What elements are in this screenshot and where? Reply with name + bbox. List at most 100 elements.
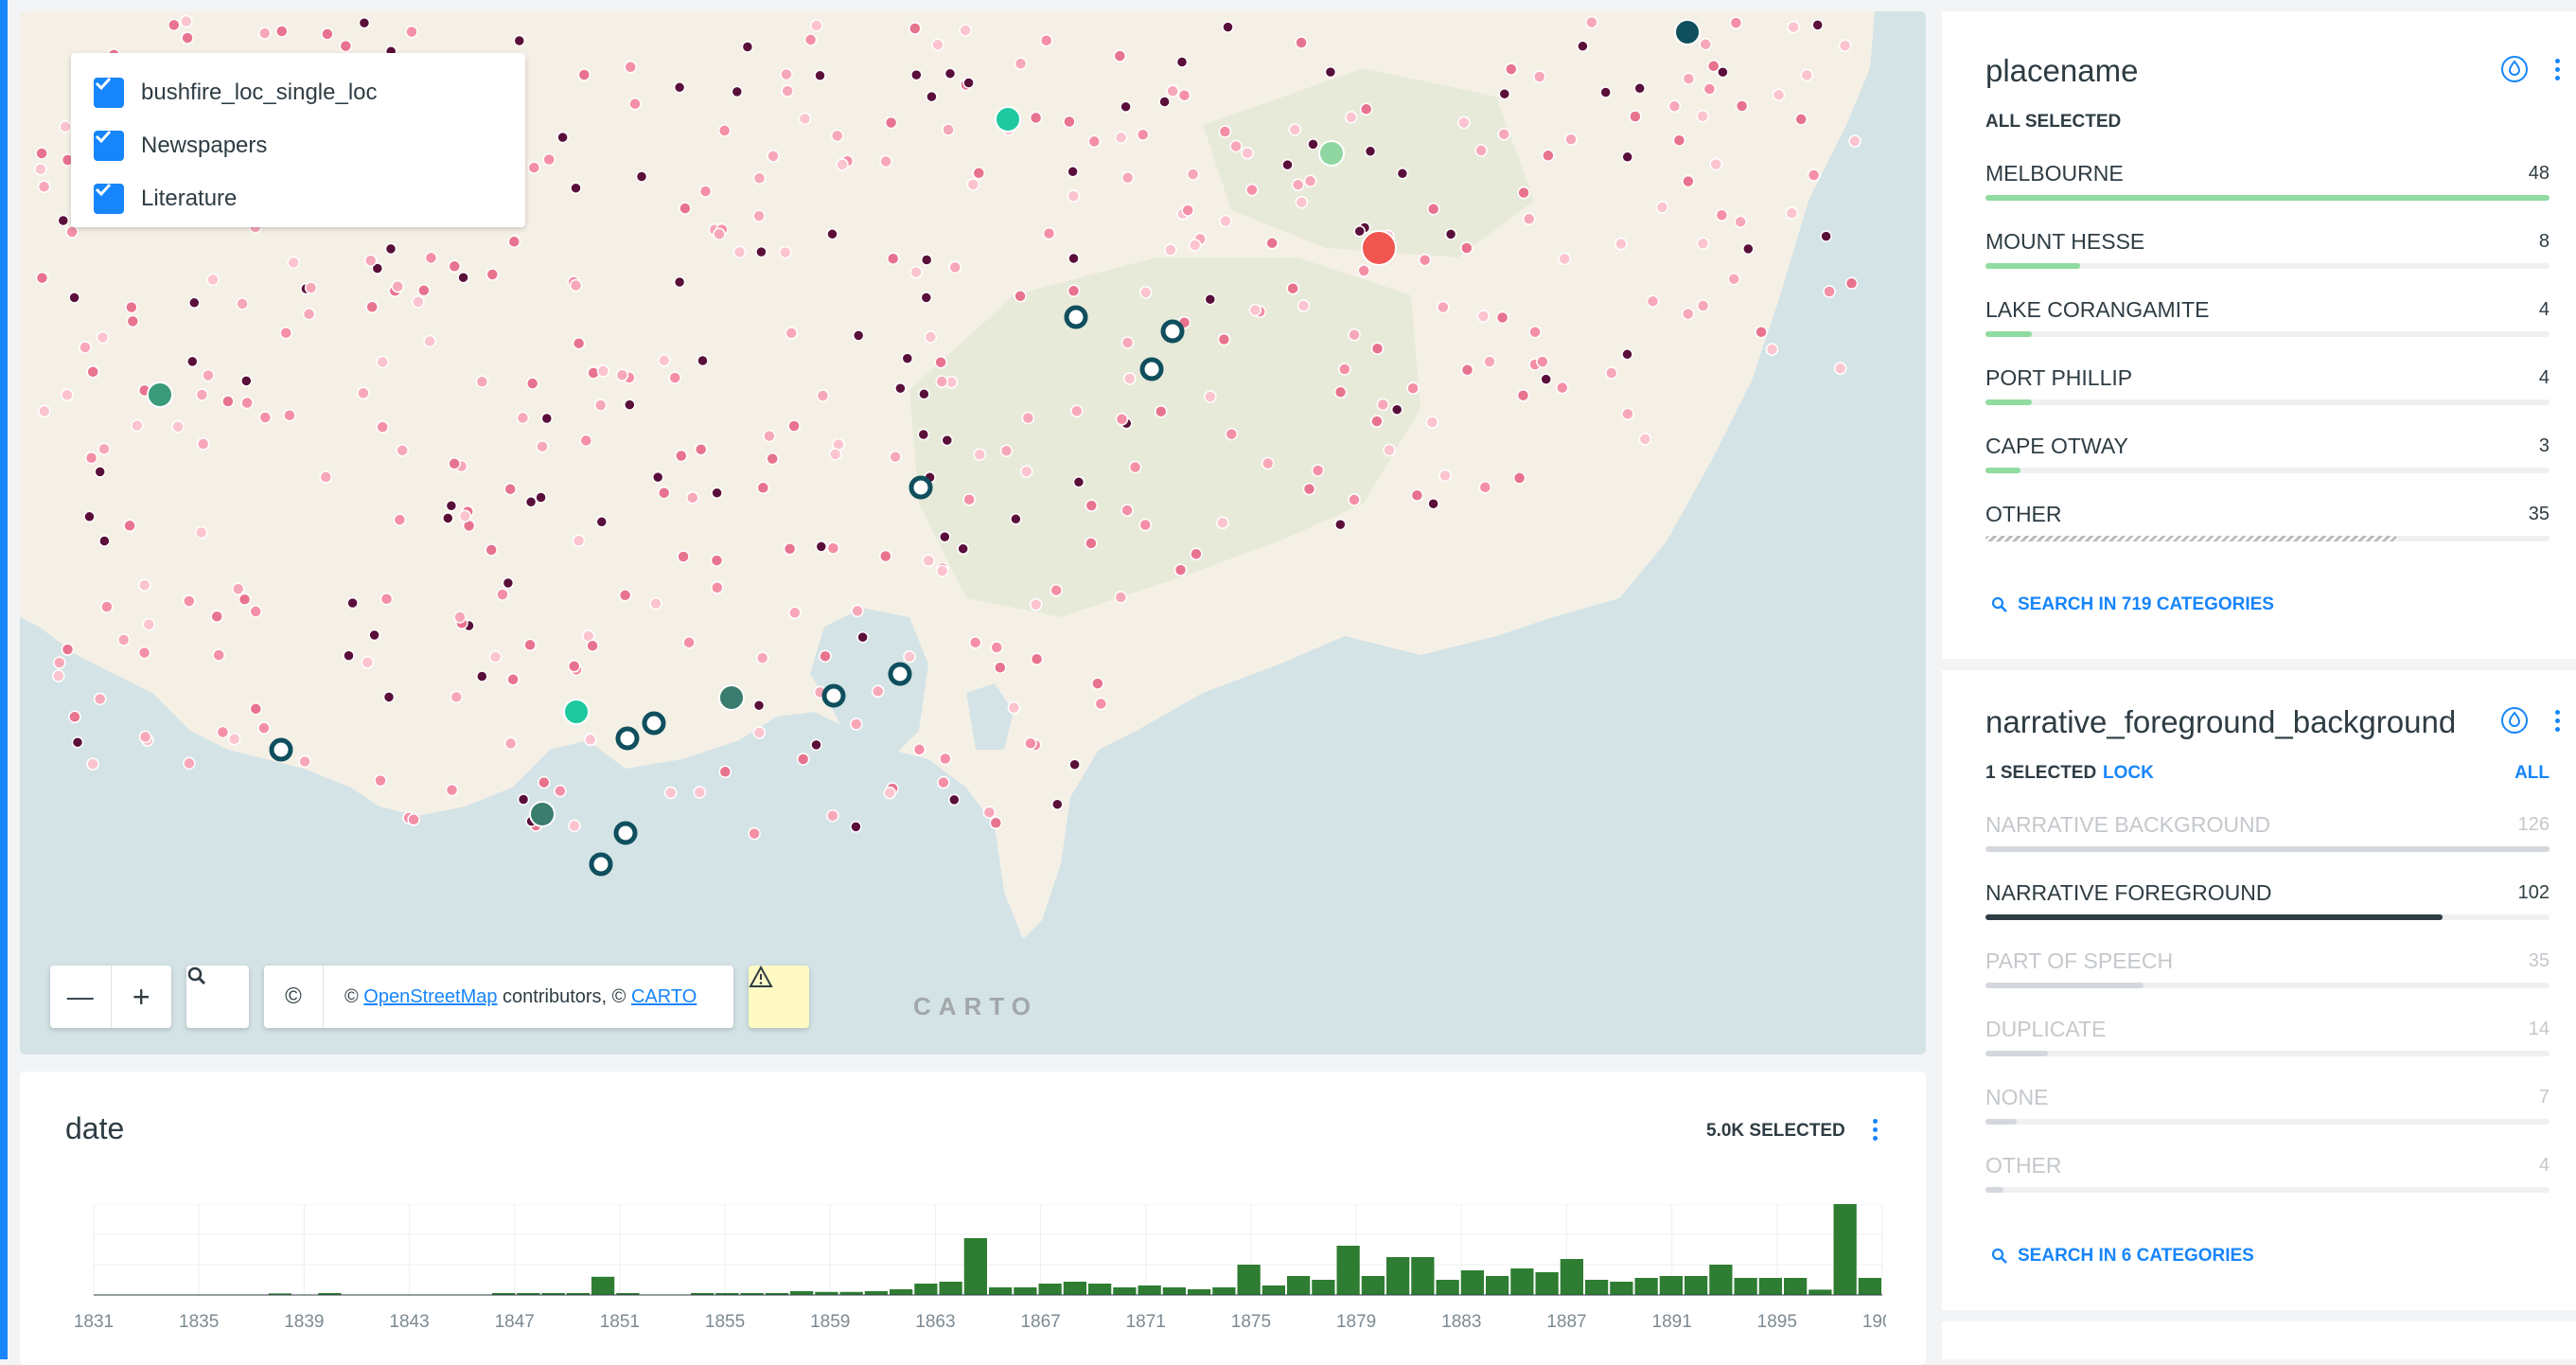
map-point[interactable]	[924, 330, 938, 344]
map-point[interactable]	[966, 178, 980, 191]
map-point[interactable]	[98, 535, 111, 547]
map-point[interactable]	[686, 491, 699, 505]
histogram-bar[interactable]	[1460, 1270, 1484, 1295]
map-point[interactable]	[1699, 38, 1712, 51]
map-point[interactable]	[677, 550, 690, 563]
histogram-bar[interactable]	[1162, 1287, 1186, 1295]
checkbox-checked-icon[interactable]	[94, 183, 124, 214]
map-point[interactable]	[741, 41, 754, 53]
map-point[interactable]	[37, 180, 51, 193]
map-point[interactable]	[1558, 252, 1571, 266]
map-point[interactable]	[999, 444, 1014, 457]
histogram-bar[interactable]	[1212, 1287, 1236, 1295]
map-point[interactable]	[1024, 736, 1037, 751]
map-point-ringed[interactable]	[821, 683, 846, 708]
map-point[interactable]	[1437, 300, 1450, 314]
map-point[interactable]	[527, 161, 541, 174]
map-point[interactable]	[767, 150, 780, 163]
map-point[interactable]	[1348, 328, 1361, 342]
map-point[interactable]	[453, 611, 467, 624]
layer-toggle-newspapers[interactable]: Newspapers	[94, 127, 267, 165]
map-point[interactable]	[513, 34, 526, 47]
map-point[interactable]	[396, 444, 409, 457]
map-point[interactable]	[1063, 115, 1076, 129]
map-point[interactable]	[1114, 591, 1128, 604]
map-point[interactable]	[61, 388, 74, 402]
map-point[interactable]	[803, 33, 818, 46]
map-point[interactable]	[61, 643, 75, 656]
map-point[interactable]	[488, 650, 503, 664]
map-point[interactable]	[1186, 168, 1200, 181]
map-point[interactable]	[361, 655, 375, 669]
map-point[interactable]	[1533, 70, 1546, 83]
map-point[interactable]	[321, 27, 334, 41]
map-point[interactable]	[35, 271, 49, 285]
map-point[interactable]	[1225, 427, 1239, 441]
map-point[interactable]	[935, 564, 949, 577]
map-point[interactable]	[909, 22, 922, 35]
map-point[interactable]	[1204, 292, 1217, 306]
map-point[interactable]	[649, 596, 662, 611]
map-point[interactable]	[948, 260, 962, 275]
map-point[interactable]	[1476, 310, 1491, 323]
map-point[interactable]	[97, 442, 111, 455]
map-point[interactable]	[1577, 40, 1589, 53]
map-point[interactable]	[304, 281, 318, 294]
map-point-highlighted[interactable]	[1361, 230, 1397, 266]
histogram-bar[interactable]	[1758, 1278, 1782, 1295]
checkbox-checked-icon[interactable]	[94, 130, 124, 161]
map-point[interactable]	[826, 228, 838, 240]
map-point[interactable]	[1621, 151, 1633, 164]
map-point[interactable]	[221, 395, 235, 408]
map-point[interactable]	[1390, 403, 1403, 416]
map-point[interactable]	[458, 509, 472, 523]
map-point[interactable]	[391, 279, 404, 293]
map-point[interactable]	[231, 582, 245, 595]
map-point[interactable]	[393, 513, 407, 526]
map-point[interactable]	[1672, 133, 1686, 147]
map-point[interactable]	[298, 754, 311, 769]
map-point[interactable]	[1291, 178, 1305, 191]
map-point[interactable]	[279, 326, 292, 340]
map-point[interactable]	[973, 448, 986, 462]
map-point[interactable]	[962, 77, 975, 89]
map-point[interactable]	[1021, 411, 1035, 425]
map-point[interactable]	[572, 336, 586, 350]
map-point[interactable]	[748, 826, 761, 841]
map-point[interactable]	[850, 821, 862, 833]
category-row[interactable]: CAPE OTWAY 3	[1985, 434, 2550, 490]
map-point[interactable]	[826, 541, 840, 555]
auto-style-icon[interactable]	[2500, 706, 2529, 735]
map-point[interactable]	[86, 365, 99, 379]
map-point[interactable]	[1334, 518, 1347, 531]
map-point[interactable]	[1067, 252, 1080, 265]
map-point[interactable]	[1715, 208, 1729, 222]
map-point-ringed[interactable]	[1160, 319, 1185, 344]
map-point[interactable]	[1166, 84, 1179, 98]
map-point[interactable]	[1682, 72, 1696, 85]
map-point[interactable]	[1007, 700, 1021, 715]
narrative-widget-menu-icon[interactable]	[2555, 710, 2560, 732]
map-point[interactable]	[1181, 204, 1194, 217]
histogram-bar[interactable]	[1610, 1282, 1633, 1295]
map-point[interactable]	[920, 292, 933, 304]
map-point[interactable]	[901, 352, 914, 364]
map-point[interactable]	[1682, 174, 1695, 188]
map-point[interactable]	[1311, 464, 1325, 477]
map-point[interactable]	[1029, 111, 1043, 125]
map-point[interactable]	[1128, 460, 1142, 474]
map-point[interactable]	[1820, 230, 1832, 242]
map-point[interactable]	[1345, 111, 1358, 124]
map-point[interactable]	[673, 81, 686, 94]
map-point[interactable]	[1457, 115, 1471, 130]
histogram-bar[interactable]	[1833, 1204, 1857, 1295]
map-point[interactable]	[657, 486, 671, 500]
map-point[interactable]	[903, 649, 916, 664]
histogram-bar[interactable]	[1734, 1278, 1757, 1295]
map-point[interactable]	[883, 786, 896, 800]
map-point[interactable]	[1483, 355, 1496, 368]
map-point[interactable]	[1281, 158, 1294, 171]
histogram-bar[interactable]	[1685, 1276, 1708, 1295]
map-point[interactable]	[240, 375, 253, 387]
map-point[interactable]	[1029, 598, 1043, 612]
